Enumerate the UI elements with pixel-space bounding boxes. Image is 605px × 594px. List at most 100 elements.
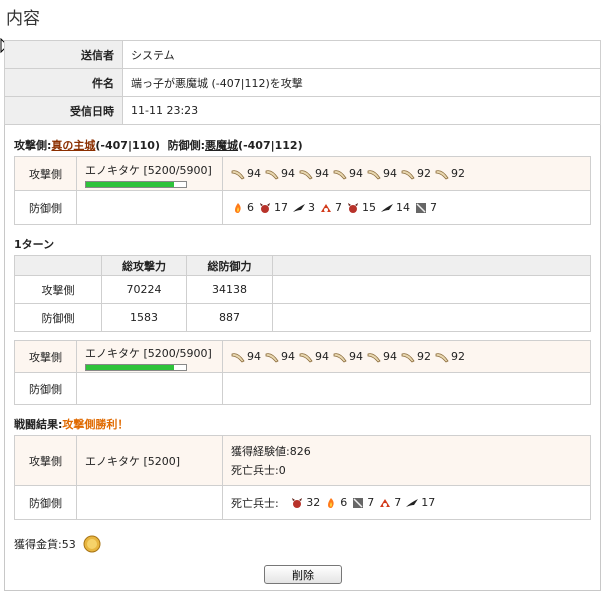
hero-hp: [5200/5900]: [143, 346, 212, 360]
defender-label: 防御側:: [167, 139, 206, 152]
score-side: 攻撃側: [14, 275, 102, 304]
subject-row: 件名 端っ子が悪魔城 (-407|112)を攻撃: [4, 68, 601, 97]
score-def: 34138: [186, 275, 273, 304]
defense-unit: 7: [414, 201, 437, 214]
side-defense-label: 防御側: [14, 485, 77, 520]
unit-count: 15: [362, 201, 376, 214]
sender-row: 送信者 システム: [4, 40, 601, 69]
hero-hp-bar: [85, 363, 187, 371]
date-row: 受信日時 11-11 23:23: [4, 96, 601, 125]
unit-count: 92: [451, 167, 465, 180]
attack-units-cell: 94 94 94 94 94 92 92: [222, 156, 591, 191]
horn-icon: [401, 352, 415, 362]
after-turn-armies-table: 攻撃側 エノキタケ [5200/5900] 94 94 94 94 94 92 92 防御側: [14, 340, 591, 405]
side-defense-label: 防御側: [14, 372, 77, 405]
date-value: 11-11 23:23: [122, 96, 601, 125]
unit-count: 7: [367, 496, 375, 509]
hero-hp-bar: [85, 180, 187, 188]
defense-units-empty: [222, 372, 591, 405]
fire-icon: [235, 202, 241, 213]
score-row-defense: 防御側 1583 887: [14, 303, 591, 332]
unit-count: 94: [383, 350, 397, 363]
hero-cell: エノキタケ [5200/5900]: [76, 340, 223, 373]
defense-unit: 7: [378, 496, 401, 509]
horn-icon: [333, 352, 347, 362]
attacker-castle-link[interactable]: 真の主城: [51, 139, 95, 152]
unit-count: 94: [349, 167, 363, 180]
demon-icon: [292, 497, 303, 508]
hero-result: エノキタケ [5200]: [76, 435, 223, 486]
subject-label: 件名: [4, 68, 123, 97]
attack-unit: 94: [265, 167, 295, 180]
defense-unit: 6: [324, 496, 347, 509]
score-spacer: [272, 275, 591, 304]
unit-count: 92: [451, 350, 465, 363]
horn-icon: [367, 352, 381, 362]
defender-dead-label: 死亡兵士:: [231, 496, 279, 510]
message-header: 送信者 システム 件名 端っ子が悪魔城 (-407|112)を攻撃 受信日時 1…: [4, 40, 601, 125]
defender-castle-link[interactable]: 悪魔城: [205, 139, 238, 152]
result-table: 攻撃側 エノキタケ [5200] 獲得経験値:826 死亡兵士:0 防御側 死亡…: [14, 435, 591, 520]
horn-icon: [265, 352, 279, 362]
score-atk: 70224: [101, 275, 187, 304]
attack-unit: 92: [401, 167, 431, 180]
side-attack-label: 攻撃側: [14, 156, 77, 191]
defense-unit: 7: [319, 201, 342, 214]
horn-icon: [367, 169, 381, 179]
battle-result-label: 戦闘結果:攻撃側勝利！: [14, 416, 128, 432]
horn-icon: [401, 169, 415, 179]
turn-score-table: 総攻撃力 総防御力 攻撃側 70224 34138 防御側 1583 887: [14, 255, 591, 332]
date-label: 受信日時: [4, 96, 123, 125]
horn-icon: [435, 169, 449, 179]
unit-count: 94: [315, 167, 329, 180]
attack-unit: 94: [367, 350, 397, 363]
total-defense-header: 総防御力: [186, 255, 273, 276]
unit-count: 7: [335, 201, 342, 214]
imp-icon: [380, 498, 391, 507]
exp-gained: 獲得経験値:826: [231, 445, 311, 458]
score-blank-header: [14, 255, 102, 276]
defense-unit: 15: [346, 201, 376, 214]
attack-unit: 94: [299, 167, 329, 180]
unit-count: 32: [306, 496, 321, 509]
defender-army-row-2: 防御側: [14, 372, 591, 405]
side-attack-label: 攻撃側: [14, 340, 77, 373]
fire-icon: [328, 497, 334, 508]
unit-count: 94: [281, 350, 295, 363]
horn-icon: [231, 352, 245, 362]
attacker-dead: 死亡兵士:0: [231, 464, 286, 477]
golem-icon: [353, 497, 364, 508]
attack-unit: 94: [333, 350, 363, 363]
unit-count: 94: [281, 167, 295, 180]
score-header-row: 総攻撃力 総防御力: [14, 255, 591, 276]
side-attack-label: 攻撃側: [14, 435, 77, 486]
horn-icon: [299, 169, 313, 179]
result-outcome: 攻撃側勝利！: [62, 418, 129, 431]
unit-count: 94: [315, 350, 329, 363]
unit-count: 6: [247, 201, 254, 214]
score-side: 防御側: [14, 303, 102, 332]
attack-unit: 94: [333, 167, 363, 180]
defense-unit: 17: [405, 496, 435, 509]
defense-units: 6 17 3 7 15 14 7: [231, 201, 582, 214]
defender-coords: (-407|112): [238, 139, 303, 152]
total-attack-header: 総攻撃力: [101, 255, 187, 276]
hero-empty-cell: [76, 190, 223, 225]
defense-unit: 32: [290, 496, 320, 509]
unit-count: 14: [396, 201, 410, 214]
unit-count: 7: [430, 201, 437, 214]
unit-count: 94: [247, 167, 261, 180]
attack-unit: 94: [265, 350, 295, 363]
bat-icon: [293, 203, 305, 212]
score-spacer: [272, 303, 591, 332]
delete-button[interactable]: 削除: [264, 565, 342, 584]
horn-icon: [265, 169, 279, 179]
turn-label: 1ターン: [14, 238, 55, 251]
defender-dead-units: 32 6 7 7 17: [290, 496, 435, 509]
bat-icon: [406, 498, 419, 507]
unit-count: 6: [340, 496, 348, 509]
attack-unit: 94: [231, 350, 261, 363]
gold-gained: 獲得金貨:53: [14, 538, 76, 551]
side-defense-label: 防御側: [14, 190, 77, 225]
unit-count: 7: [394, 496, 402, 509]
